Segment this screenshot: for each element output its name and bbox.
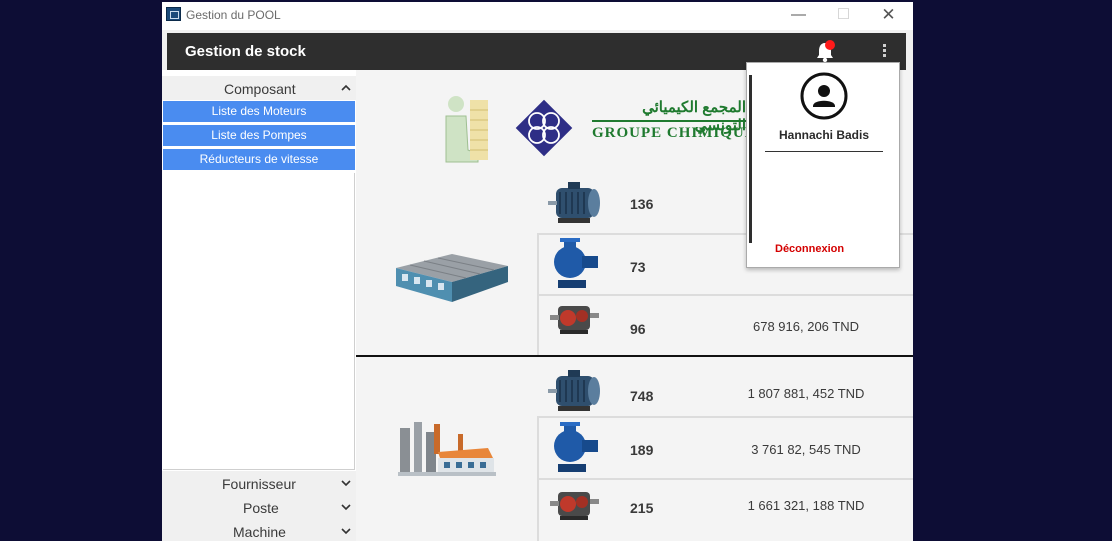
logout-link[interactable]: Déconnexion [775,243,844,255]
page-title: Gestion de stock [185,43,306,60]
quantity-value: 215 [630,500,654,516]
sidebar-section-machine[interactable]: Machine [162,519,356,541]
chevron-up-icon [341,84,351,91]
user-avatar-icon [800,72,848,120]
brand-rule [592,120,746,122]
amount-value: 678 916, 206 TND [753,319,859,334]
sidebar-item-moteurs[interactable]: Liste des Moteurs [163,101,355,122]
close-button[interactable]: ✕ [866,2,911,30]
pump-icon [554,238,598,288]
sidebar-section-label: Machine [233,524,286,540]
sidebar-section-poste[interactable]: Poste [162,495,356,519]
pump-icon [554,422,598,472]
popup-separator [765,151,883,152]
amount-value: 3 761 82, 545 TND [751,442,861,457]
window-title: Gestion du POOL [186,8,281,22]
sidebar-panel [163,173,355,470]
brand-latin: GROUPE CHIMIQUE [592,125,756,141]
title-bar: Gestion du POOL — ☐ ✕ [162,2,913,30]
sidebar-section-label: Fournisseur [222,476,296,492]
app-icon [166,7,181,21]
user-name: Hannachi Badis [778,128,870,142]
row-separator [537,294,913,296]
minimize-button[interactable]: — [776,2,821,30]
sidebar-item-reducteurs[interactable]: Réducteurs de vitesse [163,149,355,170]
gear-reducer-icon [550,492,599,520]
quantity-value: 96 [630,321,646,337]
sidebar: Composant Liste des Moteurs Liste des Po… [162,70,356,541]
gear-reducer-icon [550,306,599,334]
quantity-value: 748 [630,388,654,404]
warehouse-icon [396,254,508,302]
notification-badge [825,40,835,50]
quantity-value: 73 [630,259,646,275]
amount-value: 1 807 881, 452 TND [747,386,865,401]
chevron-down-icon [341,480,351,487]
chevron-down-icon [341,504,351,511]
quantity-value: 189 [630,442,654,458]
sidebar-item-pompes[interactable]: Liste des Pompes [163,125,355,146]
more-options-icon[interactable] [883,44,887,60]
column-separator [537,416,539,541]
row-separator [537,478,913,480]
chevron-down-icon [341,528,351,535]
brand-arabic: المجمع الكيميائي التونسي [642,99,746,134]
sidebar-section-label: Composant [224,81,296,97]
user-menu-popup: Hannachi Badis Déconnexion [746,62,900,268]
row-separator [537,416,913,418]
sidebar-section-fournisseur[interactable]: Fournisseur [162,471,356,495]
sidebar-section-label: Poste [243,500,279,516]
amount-value: 1 661 321, 188 TND [747,498,865,513]
column-separator [537,233,539,355]
maximize-button[interactable]: ☐ [821,2,866,30]
factory-icon [398,422,496,476]
quantity-value: 136 [630,196,654,212]
sidebar-section-composant[interactable]: Composant [162,76,356,100]
pool-logo-icon [445,96,488,163]
popup-accent-bar [749,75,752,243]
app-window: Gestion du POOL — ☐ ✕ Gestion de stock C… [162,2,913,541]
groupe-chimique-emblem-icon [515,99,573,157]
motor-icon [548,182,600,223]
site-divider [356,355,913,357]
motor-icon [548,370,600,411]
